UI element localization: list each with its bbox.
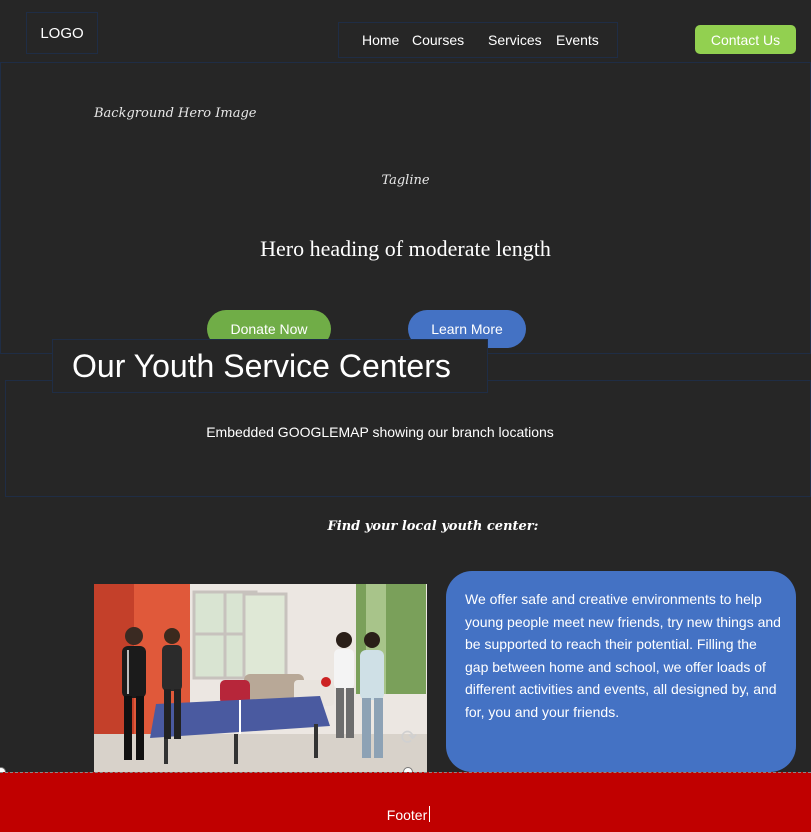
find-center-label: Find your local youth center: (327, 519, 539, 534)
text-caret (429, 806, 430, 822)
nav-courses[interactable]: Courses (412, 32, 464, 48)
logo[interactable]: LOGO (26, 12, 98, 54)
section-title: Our Youth Service Centers (52, 339, 488, 393)
hero-heading: Hero heading of moderate length (260, 236, 551, 261)
nav-events[interactable]: Events (556, 32, 599, 48)
tagline: Tagline (381, 173, 430, 188)
footer (0, 772, 811, 832)
main-nav: Home Courses Services Events (338, 22, 618, 58)
ping-pong-illustration (94, 584, 427, 772)
info-text: We offer safe and creative environments … (465, 591, 781, 720)
hero-background-label: Background Hero Image (94, 106, 257, 121)
nav-services[interactable]: Services (488, 32, 542, 48)
nav-home[interactable]: Home (362, 32, 399, 48)
footer-label[interactable]: Footer (0, 807, 811, 823)
rotate-icon[interactable]: ⟳ (398, 727, 420, 749)
map-label: Embedded GOOGLEMAP showing our branch lo… (206, 424, 554, 440)
youth-center-photo[interactable] (94, 584, 427, 772)
info-callout: We offer safe and creative environments … (446, 571, 796, 772)
contact-us-button[interactable]: Contact Us (695, 25, 796, 54)
